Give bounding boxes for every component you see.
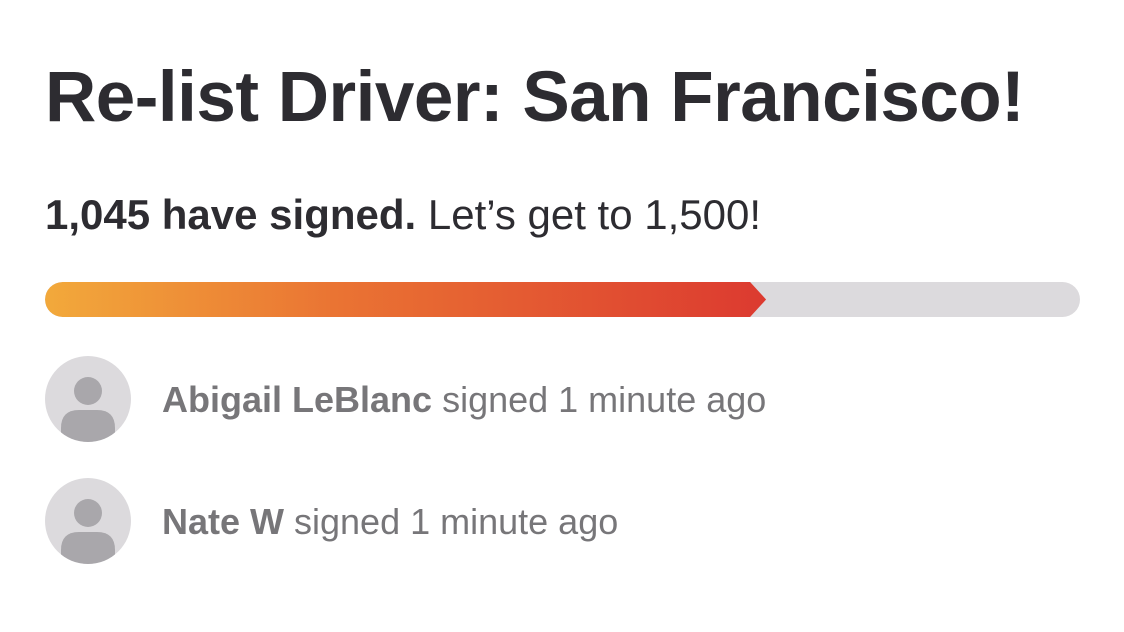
goal-text: Let’s get to 1,500!: [416, 191, 762, 238]
signer-text: Nate W signed 1 minute ago: [162, 504, 618, 540]
recent-signer: Nate W signed 1 minute ago: [45, 478, 945, 564]
user-avatar-icon: [45, 478, 131, 564]
signer-action: signed 1 minute ago: [432, 379, 767, 420]
signed-count: 1,045 have signed.: [45, 191, 417, 238]
signer-action: signed 1 minute ago: [284, 501, 619, 542]
signer-text: Abigail LeBlanc signed 1 minute ago: [162, 382, 766, 418]
progress-bar: [45, 282, 1080, 317]
progress-bar-fill: [45, 282, 766, 317]
signer-name: Abigail LeBlanc: [162, 379, 433, 420]
signature-progress-text: 1,045 have signed. Let’s get to 1,500!: [45, 194, 761, 236]
signer-name: Nate W: [162, 501, 285, 542]
recent-signer: Abigail LeBlanc signed 1 minute ago: [45, 356, 945, 442]
petition-title: Re-list Driver: San Francisco!: [45, 58, 1025, 137]
user-avatar-icon: [45, 356, 131, 442]
